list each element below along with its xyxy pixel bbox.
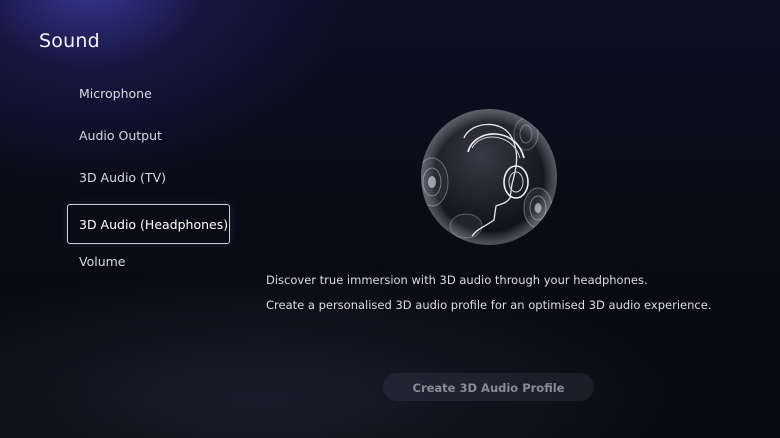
menu-item-3d-audio-tv[interactable]: 3D Audio (TV) [67, 162, 230, 204]
menu-item-label: Microphone [79, 86, 152, 101]
description-line-1: Discover true immersion with 3D audio th… [266, 273, 648, 287]
create-3d-audio-profile-button[interactable]: Create 3D Audio Profile [383, 373, 594, 401]
sound-menu: Microphone Audio Output 3D Audio (TV) 3D… [67, 78, 230, 288]
menu-item-volume[interactable]: Volume [67, 246, 230, 288]
menu-item-label: 3D Audio (TV) [79, 170, 166, 185]
menu-item-3d-audio-headphones[interactable]: 3D Audio (Headphones) [67, 204, 230, 246]
description-line-2: Create a personalised 3D audio profile f… [266, 298, 712, 312]
menu-item-microphone[interactable]: Microphone [67, 78, 230, 120]
page-title: Sound [39, 30, 100, 52]
menu-item-label: 3D Audio (Headphones) [67, 204, 230, 244]
menu-item-audio-output[interactable]: Audio Output [67, 120, 230, 162]
menu-item-label: Volume [79, 254, 126, 269]
headphones-sphere-icon [420, 108, 558, 246]
menu-item-label: Audio Output [79, 128, 162, 143]
